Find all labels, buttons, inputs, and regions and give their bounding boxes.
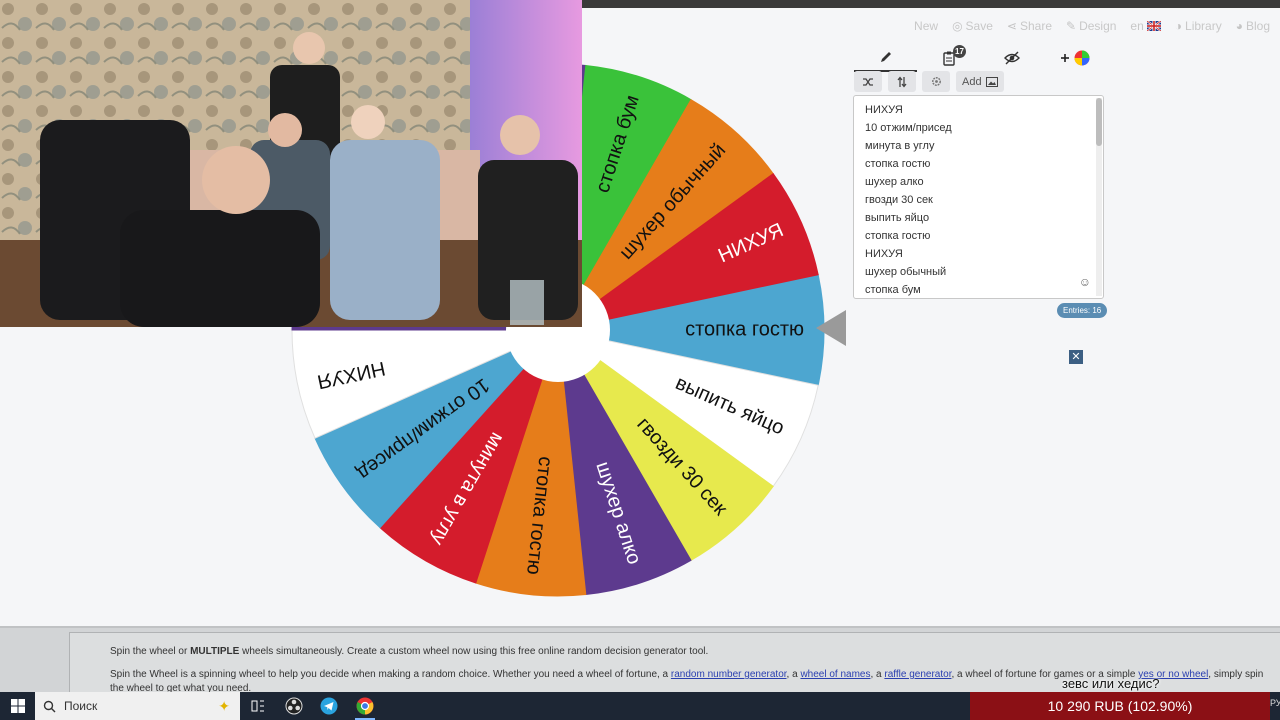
entry-line[interactable]: стопка бум bbox=[865, 281, 952, 298]
stream-ticker-text: зевс или хедис? bbox=[1062, 676, 1160, 691]
nav-label: Blog bbox=[1245, 19, 1270, 33]
entry-line[interactable]: шухер обычный bbox=[865, 263, 952, 281]
wheel-of-names-link[interactable]: wheel of names bbox=[800, 669, 870, 680]
nav-item-5[interactable]: ◑ Library bbox=[1175, 19, 1222, 33]
random-number-generator-link[interactable]: random number generator bbox=[671, 669, 787, 680]
nav-icon: ◕ bbox=[1235, 19, 1243, 33]
results-count-badge: 17 bbox=[953, 45, 966, 58]
webcam-video-frame bbox=[0, 0, 582, 327]
image-icon bbox=[985, 76, 998, 87]
search-icon bbox=[43, 700, 56, 712]
tab-hide[interactable] bbox=[980, 44, 1043, 72]
entry-line[interactable]: шухер алко bbox=[865, 173, 952, 191]
entries-scrollbar[interactable] bbox=[1096, 98, 1102, 296]
site-nav: New ◎ Save ⋖ Share ✎ Design en ◑ Library ◕ Blog bbox=[914, 14, 1270, 38]
gear-icon bbox=[931, 77, 941, 86]
task-view-icon[interactable] bbox=[248, 696, 268, 716]
flag-uk-icon bbox=[1146, 21, 1161, 31]
pencil-icon bbox=[880, 52, 891, 62]
nav-icon: ✎ bbox=[1066, 19, 1077, 33]
add-image-button[interactable]: Add bbox=[956, 71, 1004, 92]
windows-start-icon[interactable] bbox=[8, 696, 28, 716]
nav-icon: ◑ bbox=[1174, 19, 1183, 33]
shuffle-button[interactable] bbox=[854, 71, 882, 92]
webcam-overlay bbox=[0, 0, 582, 327]
raffle-generator-link[interactable]: raffle generator bbox=[884, 669, 951, 680]
telegram-app-icon[interactable] bbox=[319, 696, 339, 716]
nav-item-6[interactable]: ◕ Blog bbox=[1236, 19, 1270, 33]
browser-top-strip bbox=[582, 0, 1280, 8]
panel-tabs: 17 bbox=[854, 44, 1106, 72]
nav-label: New bbox=[914, 19, 939, 33]
keyboard-language-indicator[interactable]: РУ bbox=[1270, 698, 1280, 708]
entries-toolbar: Add bbox=[854, 71, 1004, 92]
settings-button[interactable] bbox=[922, 71, 950, 92]
entry-line[interactable]: стопка гостю bbox=[865, 227, 952, 245]
wheel-pointer-icon bbox=[816, 310, 846, 346]
tab-results[interactable]: 17 bbox=[917, 44, 980, 72]
shuffle-icon bbox=[863, 77, 873, 86]
wheel-segment-label: стопка гостю bbox=[685, 318, 804, 340]
taskbar-search-input[interactable]: Поиск ✦ bbox=[35, 692, 240, 720]
nav-icon: ◎ bbox=[952, 19, 963, 33]
tab-add-wheel[interactable] bbox=[1043, 44, 1106, 72]
entry-line[interactable]: минута в углу bbox=[865, 137, 952, 155]
entry-line[interactable]: НИХУЯ bbox=[865, 245, 952, 263]
tab-edit[interactable] bbox=[854, 44, 917, 72]
add-wheel-icon bbox=[1060, 50, 1089, 66]
entry-line[interactable]: 10 отжим/присед bbox=[865, 119, 952, 137]
eye-slash-icon bbox=[1003, 51, 1020, 65]
donation-goal-bar: 10 290 RUB (102.90%) bbox=[970, 692, 1270, 720]
nav-label: Design bbox=[1079, 19, 1117, 33]
entry-line[interactable]: гвозди 30 сек bbox=[865, 191, 952, 209]
nav-label: Save bbox=[965, 19, 993, 33]
obs-app-icon[interactable] bbox=[284, 696, 304, 716]
sort-icon bbox=[897, 75, 907, 88]
entries-textarea[interactable]: НИХУЯ 10 отжим/присед минута в углу стопка … bbox=[853, 95, 1104, 299]
close-icon[interactable]: ✕ bbox=[1069, 350, 1083, 364]
add-button-label: Add bbox=[962, 75, 982, 88]
emoji-icon[interactable]: ☺ bbox=[1079, 275, 1091, 289]
nav-item-3[interactable]: ✎ Design bbox=[1066, 19, 1116, 33]
description-line-1: Spin the wheel or MULTIPLE wheels simult… bbox=[110, 646, 709, 657]
nav-label: Library bbox=[1185, 19, 1222, 33]
chrome-app-icon[interactable] bbox=[355, 696, 375, 720]
entries-list: НИХУЯ 10 отжим/присед минута в углу стопка … bbox=[865, 101, 952, 298]
entry-line[interactable]: выпить яйцо bbox=[865, 209, 952, 227]
nav-item-0[interactable]: New bbox=[914, 19, 938, 33]
nav-item-1[interactable]: ◎ Save bbox=[952, 19, 993, 33]
sort-button[interactable] bbox=[888, 71, 916, 92]
search-placeholder: Поиск bbox=[64, 699, 98, 713]
nav-item-4[interactable]: en bbox=[1130, 19, 1161, 33]
nav-icon: ⋖ bbox=[1006, 19, 1017, 33]
entry-line[interactable]: стопка гостю bbox=[865, 155, 952, 173]
nav-label: en bbox=[1130, 19, 1144, 33]
nav-item-2[interactable]: ⋖ Share bbox=[1007, 19, 1052, 33]
entries-count-badge: Entries: 16 bbox=[1057, 303, 1108, 318]
nav-label: Share bbox=[1019, 19, 1052, 33]
sparkle-icon: ✦ bbox=[218, 697, 230, 714]
entry-line[interactable]: НИХУЯ bbox=[865, 101, 952, 119]
scrollbar-thumb[interactable] bbox=[1096, 98, 1102, 146]
